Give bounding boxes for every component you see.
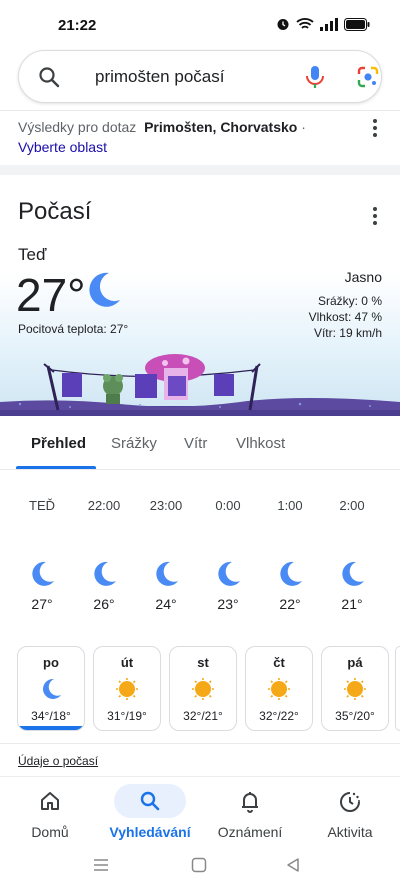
feels-like: Pocitová teplota: 27° (18, 322, 129, 336)
back-icon[interactable] (285, 857, 301, 873)
results-prefix: Výsledky pro dotaz (18, 119, 137, 135)
day-temps: 34°/18° (31, 709, 71, 723)
battery-icon (344, 17, 370, 31)
hour-time: TEĎ (29, 498, 55, 513)
bell-icon[interactable] (200, 790, 300, 814)
moon-icon (136, 560, 196, 588)
status-icons (276, 17, 370, 31)
tab-precipitation[interactable]: Srážky (111, 435, 157, 452)
moon-icon (89, 272, 120, 307)
results-more-icon[interactable] (363, 116, 387, 140)
moon-icon (74, 560, 134, 588)
day-name: po (43, 655, 59, 670)
hour-temp: 26° (93, 596, 115, 612)
day-card[interactable]: út 31°/19° (93, 646, 161, 731)
selected-day-indicator (18, 726, 84, 730)
activity-icon[interactable] (300, 790, 400, 814)
tab-humidity[interactable]: Vlhkost (236, 435, 285, 452)
search-icon[interactable] (100, 790, 200, 812)
day-temps: 32°/22° (259, 709, 299, 723)
bottom-navigation: Domů Vyhledávání Oznámení Aktivita (0, 776, 400, 846)
weather-more-icon[interactable] (363, 204, 387, 228)
day-card[interactable]: st 32°/21° (169, 646, 237, 731)
current-temperature: 27° (16, 269, 86, 321)
weather-data-link[interactable]: Údaje o počasí (18, 754, 98, 768)
nav-activity-label[interactable]: Aktivita (300, 824, 400, 840)
mic-icon[interactable] (304, 64, 326, 90)
hour-temp: 22° (279, 596, 301, 612)
day-name: út (120, 655, 134, 670)
wifi-icon (296, 18, 314, 29)
active-tab-indicator (16, 466, 96, 469)
hour-temp: 21° (341, 596, 363, 612)
divider (0, 743, 400, 744)
moon-icon (18, 677, 84, 701)
search-bar[interactable]: primošten počasí (18, 50, 382, 103)
hour-time: 22:00 (87, 498, 121, 513)
day-name: st (197, 655, 209, 670)
results-place[interactable]: Primošten, Chorvatsko (144, 119, 297, 135)
hour-time: 1:00 (277, 498, 303, 513)
nav-search-label[interactable]: Vyhledávání (100, 824, 200, 840)
hour-temp: 23° (217, 596, 239, 612)
search-input[interactable]: primošten počasí (95, 67, 224, 87)
day-temps: 35°/20° (335, 709, 375, 723)
signal-icon (320, 17, 338, 31)
results-separator: · (301, 119, 306, 135)
status-time: 21:22 (58, 17, 97, 34)
moon-icon (322, 560, 382, 588)
day-card[interactable]: po 34°/18° (17, 646, 85, 731)
sun-icon (246, 677, 312, 701)
day-card[interactable]: pá 35°/20° (321, 646, 389, 731)
alarm-icon (277, 19, 289, 30)
wind: Vítr: 19 km/h (313, 326, 382, 340)
day-name: pá (347, 655, 363, 670)
moon-icon (198, 560, 258, 588)
tab-overview[interactable]: Přehled (31, 435, 86, 452)
weather-condition: Jasno (344, 269, 382, 285)
moon-icon (260, 560, 320, 588)
menu-icon[interactable] (93, 858, 109, 872)
day-card[interactable]: čt 32°/22° (245, 646, 313, 731)
search-icon (39, 67, 60, 88)
hour-temp: 27° (31, 596, 53, 612)
day-name: čt (273, 655, 285, 670)
day-temps: 31°/19° (107, 709, 147, 723)
moon-icon (12, 560, 72, 588)
weather-tabs: Přehled Srážky Vítr Vlhkost (0, 420, 400, 470)
day-temps: 32°/21° (183, 709, 223, 723)
humidity: Vlhkost: 47 % (308, 310, 382, 324)
system-navigation (0, 846, 400, 889)
results-for-text: Výsledky pro dotaz Primošten, Chorvatsko… (18, 119, 306, 135)
weather-title: Počasí (18, 198, 92, 225)
sun-icon (170, 677, 236, 701)
home-icon[interactable] (0, 790, 100, 812)
divider (0, 110, 400, 111)
hour-temp: 24° (155, 596, 177, 612)
day-card-partial[interactable] (395, 646, 400, 731)
hour-time: 23:00 (149, 498, 183, 513)
lens-icon[interactable] (356, 65, 380, 89)
choose-area-link[interactable]: Vyberte oblast (18, 139, 107, 155)
sun-icon (322, 677, 388, 701)
hour-time: 2:00 (339, 498, 365, 513)
status-bar: 21:22 (0, 0, 400, 50)
weather-details: Srážky: 0 % Vlhkost: 47 % Vítr: 19 km/h (309, 293, 382, 341)
now-label: Teď (18, 245, 47, 264)
sun-icon (94, 677, 160, 701)
nav-notifications-label[interactable]: Oznámení (200, 824, 300, 840)
home-square-icon[interactable] (191, 857, 207, 873)
tab-wind[interactable]: Vítr (184, 435, 207, 452)
hour-time: 0:00 (215, 498, 241, 513)
section-separator (0, 165, 400, 175)
precipitation: Srážky: 0 % (317, 294, 382, 308)
nav-home-label[interactable]: Domů (0, 824, 100, 840)
